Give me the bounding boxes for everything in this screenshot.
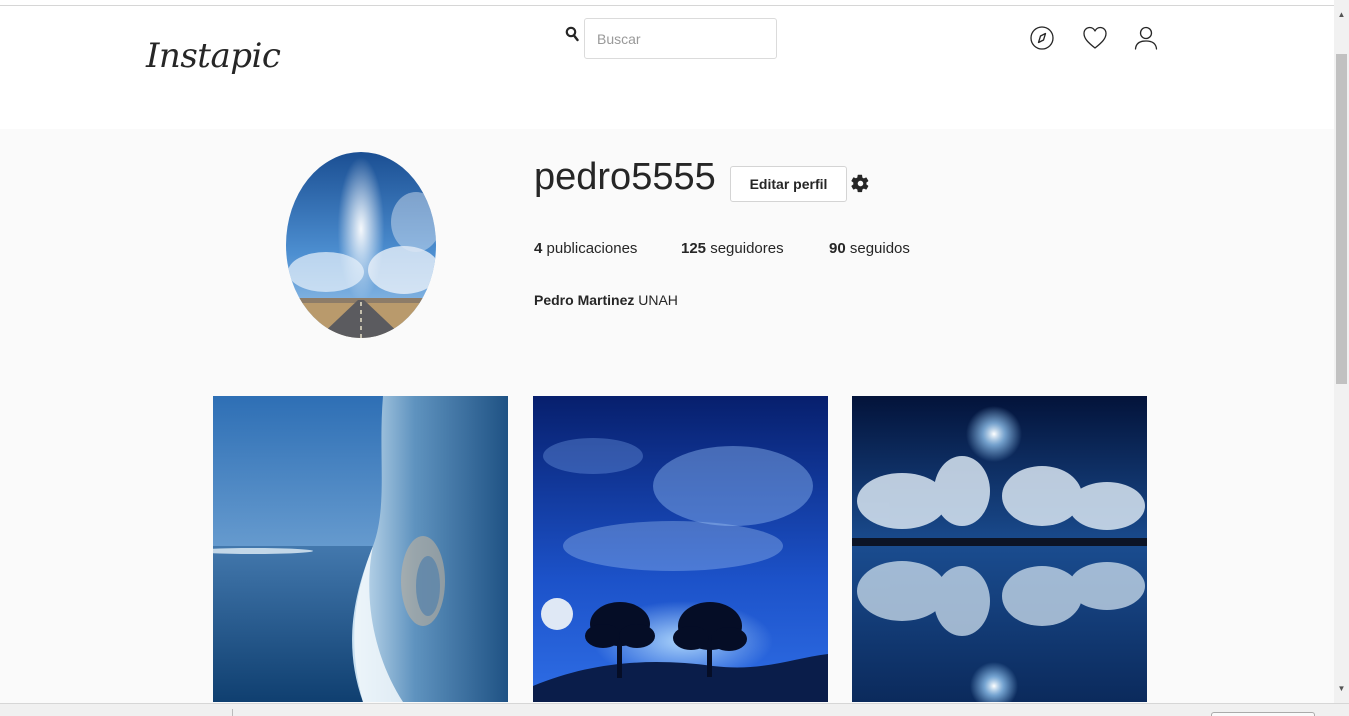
night-trees-photo (533, 396, 828, 702)
heart-icon[interactable] (1081, 24, 1109, 52)
wave-photo (213, 396, 508, 702)
edit-profile-button[interactable]: Editar perfil (730, 166, 847, 202)
posts-count: 4 (534, 240, 543, 257)
user-icon[interactable] (1132, 24, 1160, 52)
stat-posts: 4 publicaciones (534, 240, 637, 257)
top-nav-bar: Instapic (0, 6, 1334, 129)
following-count: 90 (829, 240, 846, 257)
vertical-scrollbar[interactable]: ▲ ▼ (1334, 0, 1349, 703)
post-thumbnail-wave[interactable] (213, 396, 508, 702)
search-input[interactable] (584, 18, 777, 59)
scroll-down-icon[interactable]: ▼ (1334, 682, 1349, 696)
gear-icon[interactable] (851, 174, 870, 193)
followers-label: seguidores (710, 240, 784, 257)
post-thumbnail-sky-reflection[interactable] (852, 396, 1147, 702)
avatar-road-sky-image (286, 152, 436, 338)
stat-followers[interactable]: 125 seguidores (681, 240, 784, 257)
profile-avatar[interactable] (286, 152, 436, 338)
posts-label: publicaciones (546, 240, 638, 257)
bottom-divider (232, 709, 233, 716)
stat-following[interactable]: 90 seguidos (829, 240, 910, 257)
logo[interactable]: Instapic (146, 36, 281, 76)
profile-full-name: Pedro Martinez (534, 292, 635, 308)
scroll-up-icon[interactable]: ▲ (1334, 8, 1349, 22)
bottom-status-bar (0, 703, 1349, 716)
compass-icon[interactable] (1028, 24, 1056, 52)
search-icon (565, 26, 579, 42)
post-thumbnail-night-trees[interactable] (533, 396, 828, 702)
bottom-panel-tab[interactable] (1211, 712, 1315, 716)
scroll-thumb[interactable] (1336, 54, 1347, 384)
sky-reflection-photo (852, 396, 1147, 702)
following-label: seguidos (849, 240, 910, 257)
followers-count: 125 (681, 240, 707, 257)
profile-bio: Pedro Martinez UNAH (534, 292, 678, 308)
profile-username: pedro5555 (534, 156, 716, 198)
profile-bio-text: UNAH (638, 292, 678, 308)
